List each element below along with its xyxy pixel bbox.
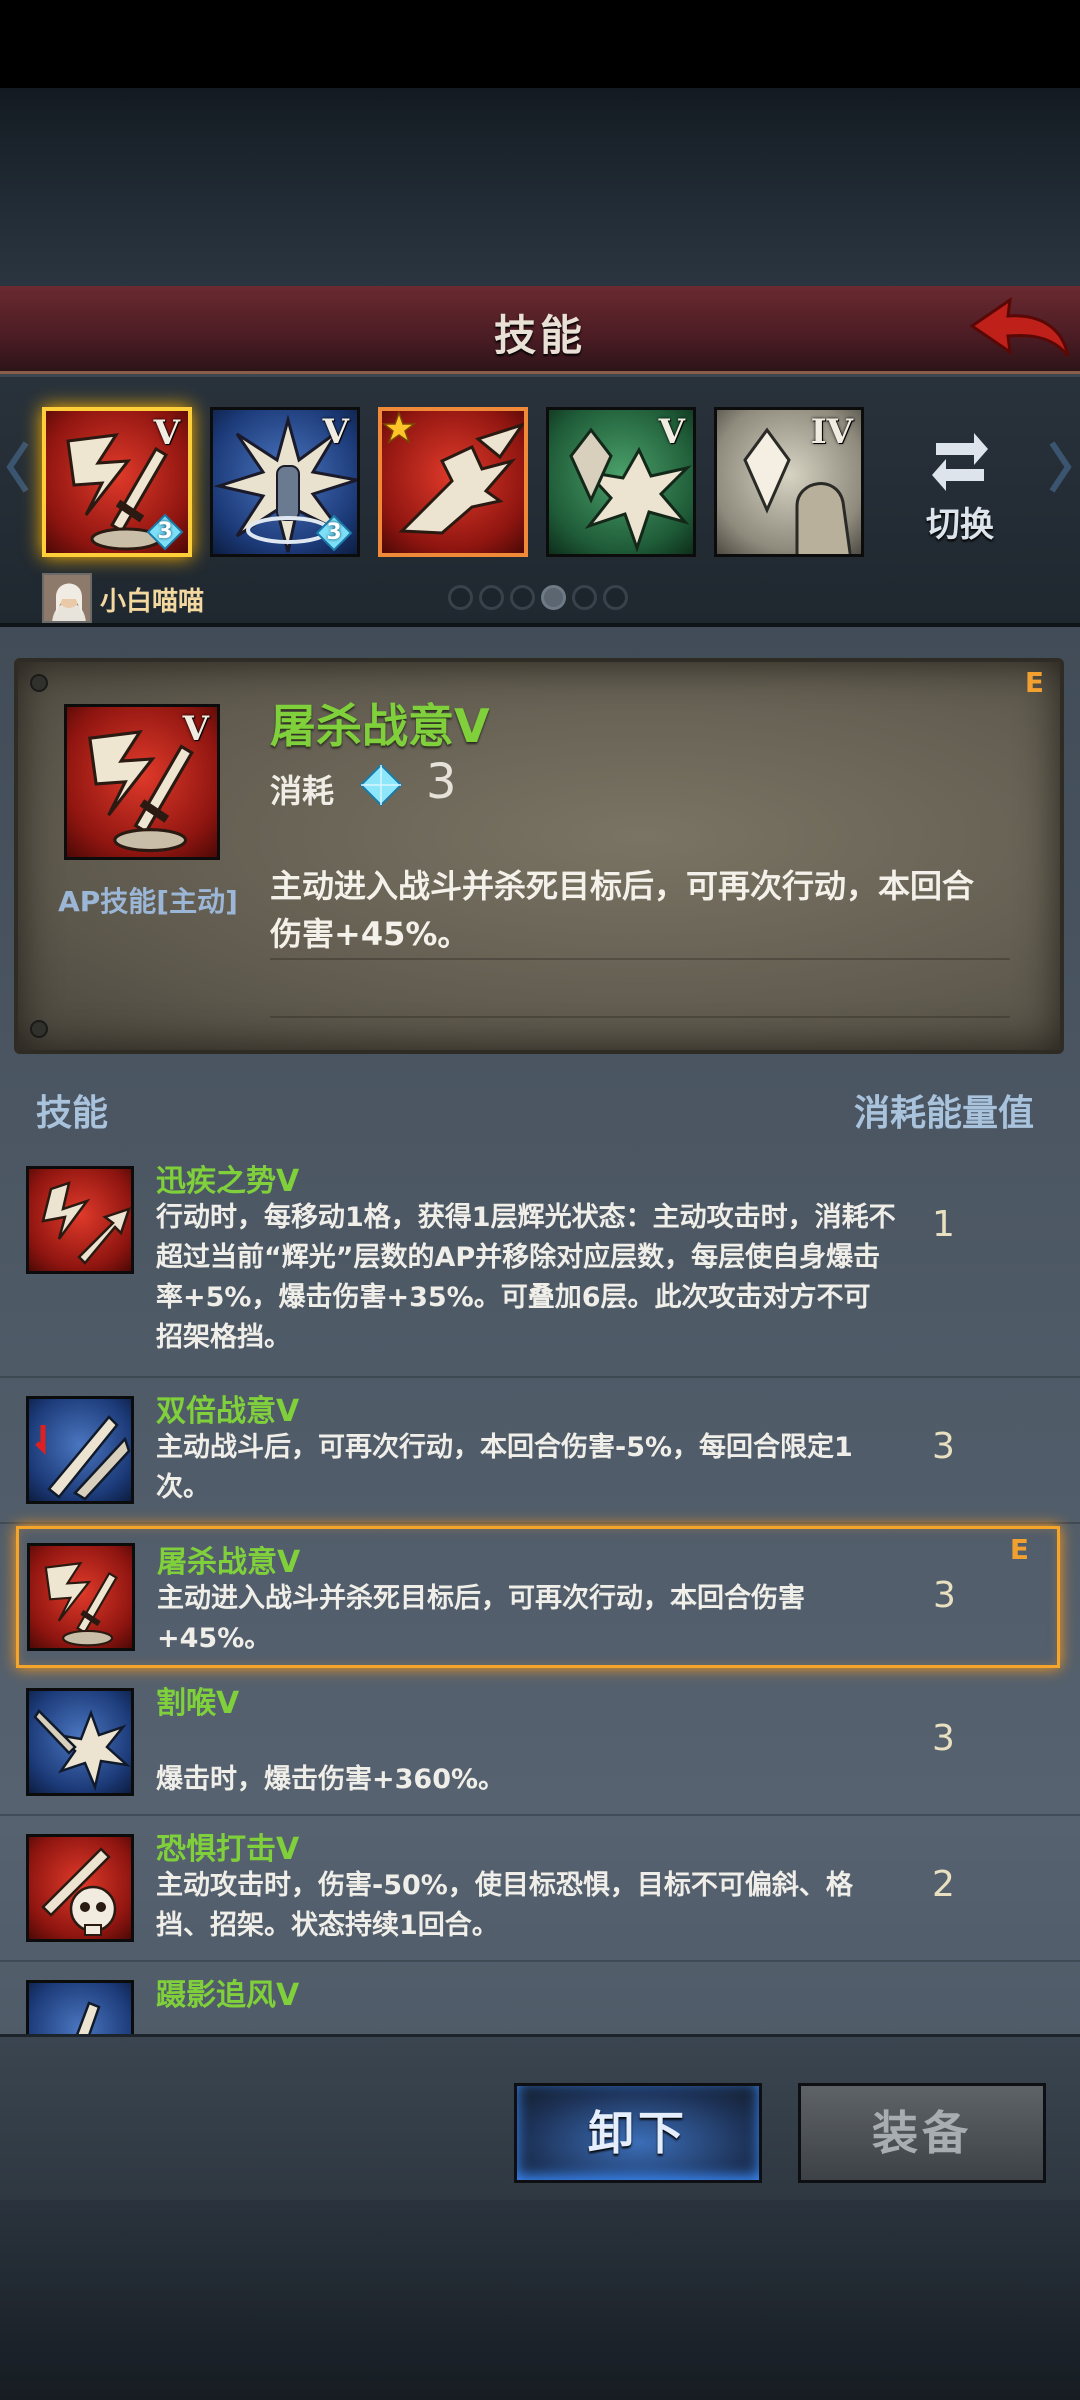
- page-title: 技能: [493, 311, 586, 360]
- back-button[interactable]: [968, 292, 1072, 368]
- detail-cost-value: 3: [426, 754, 457, 810]
- skill-row[interactable]: 恐惧打击V 主动攻击时，伤害-50%，使目标恐惧，目标不可偏斜、格挡、招架。状态…: [0, 1816, 1080, 1962]
- skill-slot-5[interactable]: IV: [714, 407, 864, 557]
- skill-list[interactable]: 迅疾之势V 行动时，每移动1格，获得1层辉光状态：主动攻击时，消耗不超过当前“辉…: [0, 1148, 1080, 2034]
- skill-row-selected[interactable]: 屠杀战意V 主动进入战斗并杀死目标后，可再次行动，本回合伤害+45%。 3 E: [16, 1526, 1060, 1668]
- skill-slot-4[interactable]: V: [546, 407, 696, 557]
- slot-tier: IV: [810, 412, 853, 452]
- cost-label: 消耗: [270, 772, 335, 810]
- blade-burst-icon: [33, 1709, 131, 1792]
- page-dot: [603, 585, 628, 610]
- double-blade-icon: [35, 1415, 131, 1501]
- skill-name: 屠杀战意V: [157, 1545, 301, 1580]
- detail-skill-name: 屠杀战意V: [270, 699, 490, 753]
- skill-description: 行动时，每移动1格，获得1层辉光状态：主动攻击时，消耗不超过当前“辉光”层数的A…: [156, 1202, 896, 1353]
- skill-cost: 1: [932, 1204, 955, 1245]
- crystal-icon: 3: [146, 513, 184, 551]
- skill-detail-card: V AP技能[主动] 屠杀战意V 消耗 3 主动进入战斗并杀死目标后，可再次行动…: [14, 658, 1064, 1054]
- skill-name: 割喉V: [156, 1686, 240, 1721]
- skill-name: 恐惧打击V: [156, 1832, 300, 1867]
- switch-label: 切换: [926, 505, 994, 545]
- rivet: [30, 1020, 48, 1038]
- column-skill: 技能: [36, 1093, 109, 1134]
- skill-list-header: 技能 消耗能量值: [0, 1074, 1080, 1140]
- skill-type-label: AP技能[主动]: [58, 885, 238, 918]
- skill-row[interactable]: 双倍战意V 主动战斗后，可再次行动，本回合伤害-5%，每回合限定1次。 3: [0, 1378, 1080, 1524]
- action-bar: 卸下 装备: [0, 2034, 1080, 2200]
- back-arrow-icon: [969, 296, 1070, 357]
- skill-description: 爆击时，爆击伤害+360%。: [156, 1764, 506, 1795]
- skill-row[interactable]: 迅疾之势V 行动时，每移动1格，获得1层辉光状态：主动攻击时，消耗不超过当前“辉…: [0, 1148, 1080, 1378]
- skill-slot-1[interactable]: V 3: [42, 407, 192, 557]
- equip-button[interactable]: 装备: [798, 2083, 1046, 2183]
- page-dot: [448, 585, 473, 610]
- rivet: [30, 674, 48, 692]
- page-dot: [572, 585, 597, 610]
- detail-skill-icon: V: [64, 704, 220, 860]
- column-cost: 消耗能量值: [853, 1093, 1034, 1134]
- background-bottom: [0, 2200, 1080, 2400]
- slot-cost: 3: [157, 519, 173, 544]
- dash-arrow-icon: [41, 1181, 131, 1265]
- crystal-icon: 3: [315, 514, 353, 552]
- row-skill-icon: [26, 1396, 134, 1504]
- slash-sword-icon: [44, 1561, 118, 1647]
- row-skill-icon: [26, 1688, 134, 1796]
- row-skill-icon: [26, 1834, 134, 1942]
- slot-tier: V: [322, 412, 349, 452]
- status-bar: [0, 0, 1080, 88]
- skill-name: 双倍战意V: [156, 1394, 300, 1429]
- skill-description: 主动战斗后，可再次行动，本回合伤害-5%，每回合限定1次。: [156, 1432, 853, 1503]
- detail-tier: V: [182, 709, 209, 749]
- owner-name: 小白喵喵: [100, 587, 205, 617]
- skill-name: 蹑影追风V: [156, 1978, 300, 2013]
- skull-sword-icon: [41, 1847, 117, 1936]
- swap-arrows-icon: [932, 433, 988, 491]
- skill-slot-2[interactable]: V 3: [210, 407, 360, 557]
- slot-cost: 3: [326, 520, 342, 545]
- ruled-lines: [270, 958, 1010, 1018]
- avatar: [42, 573, 92, 623]
- page-dot-active: [541, 585, 566, 610]
- skill-cost: 3: [933, 1575, 956, 1616]
- skill-cost: 3: [932, 1426, 955, 1467]
- skill-row[interactable]: 割喉V 爆击时，爆击伤害+360%。 3: [0, 1670, 1080, 1816]
- row-skill-icon: [27, 1543, 135, 1651]
- page-dot: [479, 585, 504, 610]
- skill-description: 主动进入战斗并杀死目标后，可再次行动，本回合伤害+45%。: [157, 1583, 805, 1654]
- skill-description: 主动攻击时，伤害-50%，使目标恐惧，目标不可偏斜、格挡、招架。状态持续1回合。: [156, 1870, 853, 1941]
- skill-panel: 技能 V 3 V 3 V IV 切换 小白喵喵 V AP技能[主动] 屠杀战意V…: [0, 286, 1080, 2200]
- skill-slot-3[interactable]: [378, 407, 528, 557]
- grade-badge: E: [1024, 666, 1044, 699]
- row-skill-icon: [26, 1980, 134, 2034]
- equipped-skill-bar: V 3 V 3 V IV 切换 小白喵喵: [0, 377, 1080, 627]
- skill-row[interactable]: 蹑影追风V: [0, 1962, 1080, 2034]
- crystal-icon: [359, 763, 403, 807]
- slot-tier: V: [658, 412, 685, 452]
- shadow-chase-icon: [76, 2001, 101, 2034]
- star-icon: [382, 411, 416, 444]
- detail-description: 主动进入战斗并杀死目标后，可再次行动，本回合伤害+45%。: [270, 867, 975, 953]
- unequip-button[interactable]: 卸下: [514, 2083, 762, 2183]
- scroll-left-icon[interactable]: [4, 437, 32, 497]
- page-dot: [510, 585, 535, 610]
- skill-cost: 3: [932, 1718, 955, 1759]
- skill-name: 迅疾之势V: [156, 1164, 300, 1199]
- panel-header: 技能: [0, 286, 1080, 374]
- scroll-right-icon[interactable]: [1046, 437, 1074, 497]
- slot-tier: V: [153, 413, 180, 453]
- skill-cost: 2: [932, 1864, 955, 1905]
- row-skill-icon: [26, 1166, 134, 1274]
- background-top: [0, 88, 1080, 286]
- page-indicator: [448, 585, 638, 613]
- switch-button[interactable]: 切换: [910, 407, 1010, 545]
- grade-badge: E: [1009, 1533, 1029, 1566]
